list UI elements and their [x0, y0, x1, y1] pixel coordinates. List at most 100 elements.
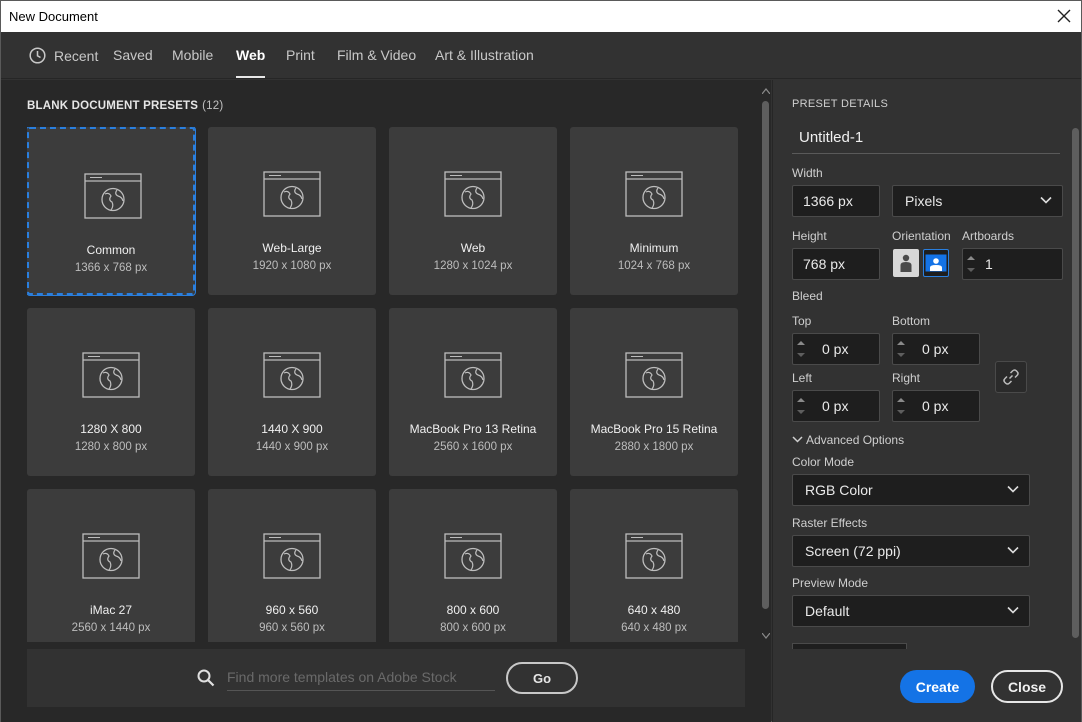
- scroll-thumb[interactable]: [1072, 128, 1079, 638]
- preset-size: 1440 x 900 px: [255, 441, 329, 453]
- preset-card[interactable]: Common 1366 x 768 px: [27, 127, 196, 296]
- presets-scrollbar[interactable]: [761, 85, 770, 645]
- bleed-top-value: 0 px: [822, 341, 849, 357]
- advanced-options-label: Advanced Options: [806, 433, 905, 447]
- presets-heading: BLANK DOCUMENT PRESETS (12): [27, 100, 223, 112]
- scroll-thumb[interactable]: [762, 101, 769, 609]
- chevron-down-icon: [1007, 546, 1019, 554]
- preset-size: 1024 x 768 px: [617, 260, 691, 272]
- title-bar: New Document: [1, 1, 1081, 32]
- bleed-left-input[interactable]: 0 px: [792, 390, 880, 422]
- bleed-left-stepper[interactable]: [793, 391, 810, 421]
- preset-card[interactable]: MacBook Pro 13 Retina 2560 x 1600 px: [389, 308, 557, 476]
- tab-art-illustration[interactable]: Art & Illustration: [435, 47, 534, 63]
- preset-name: iMac 27: [89, 603, 133, 617]
- raster-effects-select[interactable]: Screen (72 ppi): [792, 535, 1030, 567]
- web-document-icon: [625, 171, 683, 217]
- bleed-bottom-value: 0 px: [922, 341, 949, 357]
- document-name-field[interactable]: Untitled-1: [792, 124, 1060, 154]
- preview-mode-label: Preview Mode: [792, 576, 869, 590]
- preset-card[interactable]: Minimum 1024 x 768 px: [570, 127, 738, 295]
- stock-search-input[interactable]: [227, 663, 495, 691]
- artboards-input[interactable]: 1: [962, 248, 1063, 280]
- preset-card[interactable]: iMac 27 2560 x 1440 px: [27, 489, 195, 642]
- preset-name: 1440 X 900: [261, 422, 323, 436]
- preset-card[interactable]: 1280 X 800 1280 x 800 px: [27, 308, 195, 476]
- preset-size: 1280 x 800 px: [74, 441, 148, 453]
- bleed-left-value: 0 px: [822, 398, 849, 414]
- color-mode-select[interactable]: RGB Color: [792, 474, 1030, 506]
- preset-name: Minimum: [629, 241, 679, 255]
- close-button[interactable]: Close: [991, 670, 1063, 703]
- width-input[interactable]: 1366 px: [792, 185, 880, 217]
- units-select[interactable]: Pixels: [892, 185, 1063, 217]
- web-document-icon: [625, 533, 683, 579]
- preset-name: Web-Large: [262, 241, 322, 255]
- stock-search-bar: Go: [27, 649, 745, 707]
- web-document-icon: [82, 533, 140, 579]
- preset-card[interactable]: MacBook Pro 15 Retina 2880 x 1800 px: [570, 308, 738, 476]
- preset-card[interactable]: 800 x 600 800 x 600 px: [389, 489, 557, 642]
- tab-label: Saved: [113, 47, 153, 63]
- link-icon: [1003, 369, 1019, 385]
- web-document-icon: [444, 352, 502, 398]
- portrait-orientation-button[interactable]: [893, 249, 919, 277]
- tab-recent[interactable]: Recent: [29, 47, 98, 64]
- height-label: Height: [792, 229, 827, 243]
- bleed-top-label: Top: [792, 314, 812, 328]
- tab-film-video[interactable]: Film & Video: [337, 47, 416, 63]
- preset-card[interactable]: 960 x 560 960 x 560 px: [208, 489, 376, 642]
- clock-icon: [29, 47, 46, 64]
- partially-hidden-field: [792, 643, 907, 649]
- preview-mode-value: Default: [805, 603, 850, 619]
- tab-print[interactable]: Print: [286, 47, 315, 63]
- web-document-icon: [82, 352, 140, 398]
- portrait-icon: [900, 254, 912, 272]
- preset-size: 640 x 480 px: [621, 622, 687, 634]
- web-document-icon: [263, 352, 321, 398]
- landscape-icon: [925, 254, 947, 272]
- presets-pane: BLANK DOCUMENT PRESETS (12) Common 1366 x…: [1, 80, 771, 722]
- tab-label: Recent: [54, 48, 99, 64]
- bleed-bottom-stepper[interactable]: [893, 334, 910, 364]
- width-label: Width: [792, 166, 823, 180]
- landscape-orientation-button[interactable]: [923, 249, 949, 277]
- window-close-button[interactable]: [1053, 5, 1075, 27]
- web-document-icon: [263, 533, 321, 579]
- chevron-down-icon: [1007, 485, 1019, 493]
- bleed-top-stepper[interactable]: [793, 334, 810, 364]
- bleed-top-input[interactable]: 0 px: [792, 333, 880, 365]
- link-bleed-button[interactable]: [995, 361, 1027, 393]
- preset-card[interactable]: Web-Large 1920 x 1080 px: [208, 127, 376, 295]
- go-button[interactable]: Go: [506, 662, 578, 694]
- preset-card[interactable]: Web 1280 x 1024 px: [389, 127, 557, 295]
- web-document-icon: [84, 173, 142, 219]
- bleed-right-input[interactable]: 0 px: [892, 390, 980, 422]
- web-document-icon: [444, 533, 502, 579]
- scroll-up-icon: [762, 88, 770, 94]
- bleed-bottom-label: Bottom: [892, 314, 931, 328]
- preset-card[interactable]: 1440 X 900 1440 x 900 px: [208, 308, 376, 476]
- bleed-bottom-input[interactable]: 0 px: [892, 333, 980, 365]
- preset-size: 1366 x 768 px: [74, 262, 148, 274]
- preset-name: 640 x 480: [627, 603, 681, 617]
- height-input[interactable]: 768 px: [792, 248, 880, 280]
- tab-mobile[interactable]: Mobile: [172, 47, 213, 63]
- preset-card[interactable]: 640 x 480 640 x 480 px: [570, 489, 738, 642]
- bleed-right-stepper[interactable]: [893, 391, 910, 421]
- web-document-icon: [263, 171, 321, 217]
- advanced-options-toggle[interactable]: Advanced Options: [792, 433, 904, 447]
- tab-web[interactable]: Web: [236, 47, 266, 78]
- artboards-stepper[interactable]: [963, 249, 980, 279]
- preview-mode-select[interactable]: Default: [792, 595, 1030, 627]
- create-button[interactable]: Create: [900, 670, 975, 703]
- raster-effects-label: Raster Effects: [792, 516, 868, 530]
- scroll-down-icon: [762, 633, 770, 639]
- preset-details-heading: PRESET DETAILS: [792, 98, 889, 110]
- preset-name: MacBook Pro 13 Retina: [409, 422, 537, 436]
- tab-label: Film & Video: [337, 47, 417, 63]
- preset-size: 1280 x 1024 px: [433, 260, 513, 272]
- details-scrollbar[interactable]: [1071, 120, 1080, 650]
- artboards-label: Artboards: [962, 229, 1015, 243]
- tab-saved[interactable]: Saved: [113, 47, 153, 63]
